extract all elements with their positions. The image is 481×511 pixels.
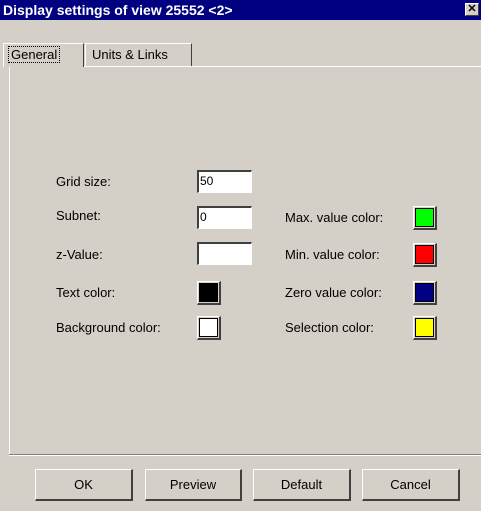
selection-color-label: Selection color: xyxy=(285,320,374,335)
max-value-color-swatch[interactable] xyxy=(413,206,437,230)
default-button[interactable]: Default xyxy=(253,469,351,501)
text-color-label: Text color: xyxy=(56,285,116,300)
min-value-color-swatch[interactable] xyxy=(413,243,437,267)
subnet-input[interactable]: 0 xyxy=(197,206,252,229)
min-value-color-label: Min. value color: xyxy=(285,247,380,262)
text-color-fill xyxy=(199,283,218,302)
max-value-color-fill xyxy=(415,208,434,227)
window-title: Display settings of view 25552 <2> xyxy=(3,2,233,18)
tab-units-links[interactable]: Units & Links xyxy=(85,43,192,66)
tab-units-links-label: Units & Links xyxy=(92,47,168,62)
min-value-color-fill xyxy=(415,245,434,264)
selection-color-fill xyxy=(415,318,434,337)
zero-value-color-fill xyxy=(415,283,434,302)
zero-value-color-label: Zero value color: xyxy=(285,285,382,300)
close-button[interactable]: ✕ xyxy=(465,3,479,16)
ok-button[interactable]: OK xyxy=(35,469,133,501)
zero-value-color-swatch[interactable] xyxy=(413,281,437,305)
background-color-swatch[interactable] xyxy=(197,316,221,340)
background-color-label: Background color: xyxy=(56,320,161,335)
close-icon: ✕ xyxy=(467,3,477,15)
background-color-fill xyxy=(199,318,218,337)
selection-color-swatch[interactable] xyxy=(413,316,437,340)
text-color-swatch[interactable] xyxy=(197,281,221,305)
title-bar: Display settings of view 25552 <2> ✕ xyxy=(0,0,481,20)
preview-button[interactable]: Preview xyxy=(145,469,242,501)
cancel-button[interactable]: Cancel xyxy=(362,469,460,501)
subnet-label: Subnet: xyxy=(56,208,101,223)
z-value-input[interactable] xyxy=(197,242,252,265)
tab-general[interactable]: General xyxy=(3,43,84,67)
max-value-color-label: Max. value color: xyxy=(285,210,384,225)
grid-size-label: Grid size: xyxy=(56,174,111,189)
dialog-window: Display settings of view 25552 <2> ✕ Gen… xyxy=(0,0,481,511)
z-value-label: z-Value: xyxy=(56,247,103,262)
tab-general-label: General xyxy=(8,46,61,63)
grid-size-input[interactable]: 50 xyxy=(197,170,252,193)
button-divider xyxy=(9,454,481,456)
